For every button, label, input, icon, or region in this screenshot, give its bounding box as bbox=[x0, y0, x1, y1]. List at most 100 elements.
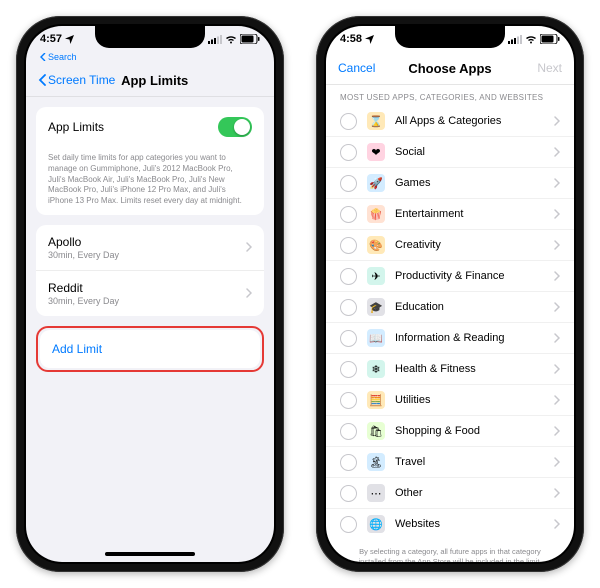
radio-unchecked[interactable] bbox=[340, 175, 357, 192]
radio-unchecked[interactable] bbox=[340, 299, 357, 316]
radio-unchecked[interactable] bbox=[340, 454, 357, 471]
radio-unchecked[interactable] bbox=[340, 268, 357, 285]
chevron-right-icon bbox=[554, 302, 560, 312]
category-row[interactable]: 🛍 Shopping & Food bbox=[326, 415, 574, 446]
category-row[interactable]: ⋯ Other bbox=[326, 477, 574, 508]
limit-row[interactable]: Reddit30min, Every Day bbox=[36, 270, 264, 316]
radio-unchecked[interactable] bbox=[340, 330, 357, 347]
back-label: Screen Time bbox=[48, 73, 115, 87]
location-icon bbox=[365, 35, 374, 44]
navbar: Screen Time App Limits bbox=[26, 64, 274, 97]
next-button[interactable]: Next bbox=[494, 61, 562, 75]
section-header: MOST USED APPS, CATEGORIES, AND WEBSITES bbox=[326, 85, 574, 106]
radio-unchecked[interactable] bbox=[340, 392, 357, 409]
limit-detail: 30min, Every Day bbox=[48, 296, 240, 306]
category-label: Entertainment bbox=[395, 208, 538, 220]
radio-unchecked[interactable] bbox=[340, 113, 357, 130]
category-label: Shopping & Food bbox=[395, 425, 538, 437]
radio-unchecked[interactable] bbox=[340, 516, 357, 533]
category-icon: ❤ bbox=[367, 143, 385, 161]
category-icon: 🏝 bbox=[367, 453, 385, 471]
category-row[interactable]: ✈Productivity & Finance bbox=[326, 260, 574, 291]
chevron-right-icon bbox=[554, 240, 560, 250]
cellular-icon bbox=[508, 35, 522, 44]
category-row[interactable]: 🚀 Games bbox=[326, 167, 574, 198]
page-title: App Limits bbox=[121, 73, 188, 88]
radio-unchecked[interactable] bbox=[340, 237, 357, 254]
chevron-right-icon bbox=[554, 364, 560, 374]
radio-unchecked[interactable] bbox=[340, 485, 357, 502]
add-limit-button[interactable]: Add Limit bbox=[40, 330, 260, 368]
category-icon: 🎨 bbox=[367, 236, 385, 254]
chevron-right-icon bbox=[554, 333, 560, 343]
notch bbox=[95, 26, 205, 48]
category-row[interactable]: ❤ Social bbox=[326, 136, 574, 167]
category-icon: 🛍 bbox=[367, 422, 385, 440]
status-time: 4:57 bbox=[40, 33, 62, 45]
app-limits-toggle-row[interactable]: App Limits bbox=[36, 107, 264, 147]
existing-limits-card: Apollo30min, Every DayReddit30min, Every… bbox=[36, 225, 264, 316]
phone-app-limits: 4:57 Search Screen Time App Limits bbox=[16, 16, 284, 572]
toggle-switch[interactable] bbox=[218, 117, 252, 137]
limit-row[interactable]: Apollo30min, Every Day bbox=[36, 225, 264, 270]
limit-name: Apollo bbox=[48, 235, 240, 249]
category-label: Education bbox=[395, 301, 538, 313]
home-indicator[interactable] bbox=[105, 552, 195, 556]
add-limit-label: Add Limit bbox=[52, 342, 102, 356]
chevron-left-icon bbox=[40, 53, 46, 61]
chevron-right-icon bbox=[554, 519, 560, 529]
category-row[interactable]: 🧮Utilities bbox=[326, 384, 574, 415]
chevron-right-icon bbox=[554, 488, 560, 498]
category-row[interactable]: 🍿Entertainment bbox=[326, 198, 574, 229]
wifi-icon bbox=[525, 35, 537, 44]
radio-unchecked[interactable] bbox=[340, 423, 357, 440]
cellular-icon bbox=[208, 35, 222, 44]
add-limit-highlight: Add Limit bbox=[36, 326, 264, 372]
chevron-right-icon bbox=[554, 271, 560, 281]
radio-unchecked[interactable] bbox=[340, 144, 357, 161]
back-button[interactable]: Screen Time bbox=[38, 73, 115, 87]
category-label: Travel bbox=[395, 456, 538, 468]
breadcrumb-label: Search bbox=[48, 52, 77, 62]
category-row[interactable]: 🎨 Creativity bbox=[326, 229, 574, 260]
category-icon: 🧮 bbox=[367, 391, 385, 409]
navbar: Cancel Choose Apps Next bbox=[326, 52, 574, 85]
category-row[interactable]: 📖Information & Reading bbox=[326, 322, 574, 353]
category-row[interactable]: ❄Health & Fitness bbox=[326, 353, 574, 384]
radio-unchecked[interactable] bbox=[340, 361, 357, 378]
chevron-right-icon bbox=[246, 242, 252, 252]
category-icon: ⌛ bbox=[367, 112, 385, 130]
toggle-label: App Limits bbox=[48, 120, 218, 134]
radio-unchecked[interactable] bbox=[340, 206, 357, 223]
category-row[interactable]: ⌛ All Apps & Categories bbox=[326, 106, 574, 136]
category-row[interactable]: 🏝 Travel bbox=[326, 446, 574, 477]
category-row[interactable]: 🌐 Websites bbox=[326, 508, 574, 539]
category-row[interactable]: 🎓 Education bbox=[326, 291, 574, 322]
limit-detail: 30min, Every Day bbox=[48, 250, 240, 260]
category-label: Information & Reading bbox=[395, 332, 538, 344]
category-icon: 🎓 bbox=[367, 298, 385, 316]
chevron-right-icon bbox=[554, 395, 560, 405]
category-icon: 🌐 bbox=[367, 515, 385, 533]
category-icon: 🚀 bbox=[367, 174, 385, 192]
chevron-right-icon bbox=[554, 147, 560, 157]
category-label: Other bbox=[395, 487, 538, 499]
footnote: By selecting a category, all future apps… bbox=[326, 539, 574, 562]
breadcrumb-search[interactable]: Search bbox=[26, 52, 274, 64]
category-label: All Apps & Categories bbox=[395, 115, 538, 127]
location-icon bbox=[65, 35, 74, 44]
category-label: Games bbox=[395, 177, 538, 189]
chevron-right-icon bbox=[554, 116, 560, 126]
page-title: Choose Apps bbox=[408, 61, 491, 76]
category-label: Creativity bbox=[395, 239, 538, 251]
notch bbox=[395, 26, 505, 48]
category-label: Websites bbox=[395, 518, 538, 530]
category-icon: ⋯ bbox=[367, 484, 385, 502]
cancel-button[interactable]: Cancel bbox=[338, 61, 406, 75]
limit-name: Reddit bbox=[48, 281, 240, 295]
category-label: Social bbox=[395, 146, 538, 158]
app-limits-card: App Limits Set daily time limits for app… bbox=[36, 107, 264, 215]
category-icon: ❄ bbox=[367, 360, 385, 378]
chevron-right-icon bbox=[554, 178, 560, 188]
wifi-icon bbox=[225, 35, 237, 44]
